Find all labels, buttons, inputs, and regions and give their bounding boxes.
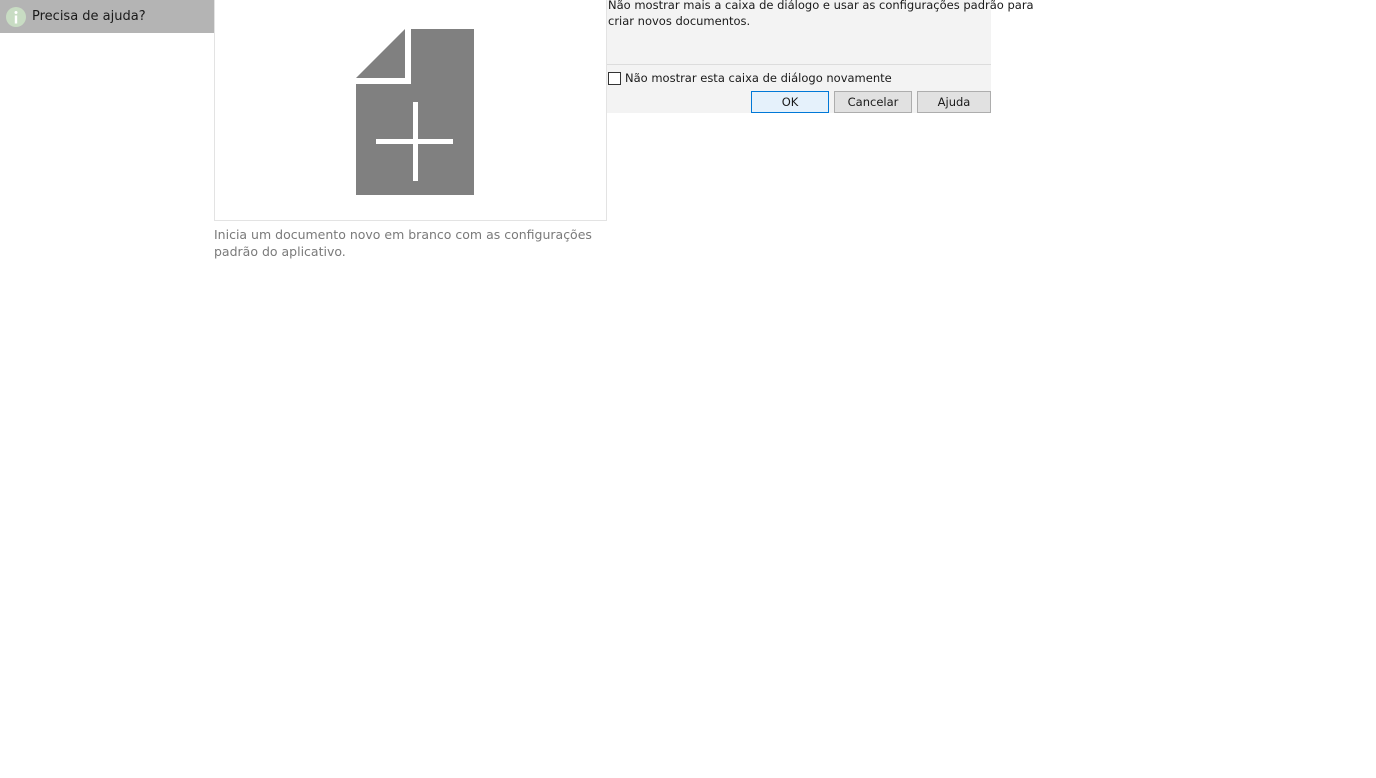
template-description: Inicia um documento novo em branco com a… bbox=[214, 227, 592, 259]
dont-show-again-checkbox[interactable] bbox=[608, 71, 621, 85]
dialog-info-text: Não mostrar mais a caixa de diálogo e us… bbox=[608, 0, 1034, 29]
info-icon bbox=[6, 6, 26, 27]
help-banner[interactable]: Precisa de ajuda? bbox=[0, 0, 214, 33]
dont-show-again-label: Não mostrar esta caixa de diálogo novame… bbox=[625, 71, 892, 85]
help-label: Precisa de ajuda? bbox=[32, 9, 146, 24]
dialog-panel: Não mostrar mais a caixa de diálogo e us… bbox=[607, 0, 1034, 113]
dialog-info-line-1: Não mostrar mais a caixa de diálogo e us… bbox=[608, 0, 1034, 12]
ok-button[interactable]: OK bbox=[751, 91, 829, 113]
dialog-info-line-2: criar novos documentos. bbox=[608, 14, 751, 28]
cancel-button[interactable]: Cancelar bbox=[834, 91, 912, 113]
blank-document-preview[interactable] bbox=[214, 0, 607, 221]
help-button[interactable]: Ajuda bbox=[917, 91, 991, 113]
new-document-icon bbox=[356, 29, 474, 195]
dont-show-again-option[interactable]: Não mostrar esta caixa de diálogo novame… bbox=[608, 71, 892, 85]
divider bbox=[607, 64, 991, 65]
